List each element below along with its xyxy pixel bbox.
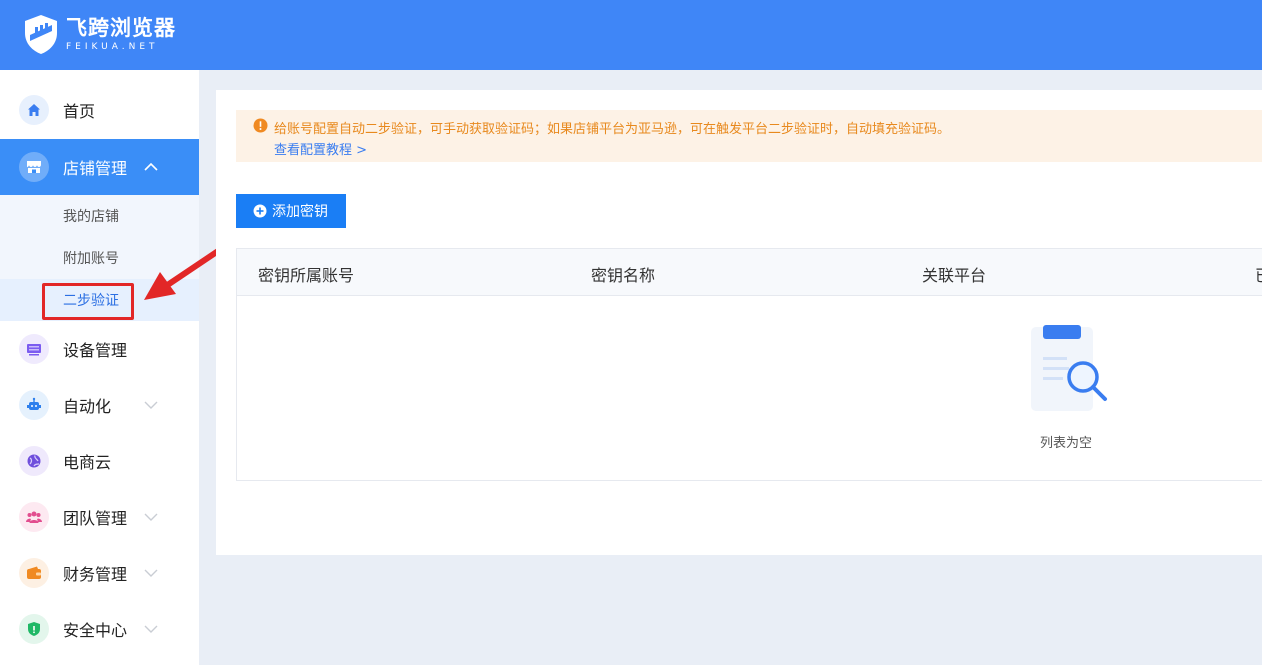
app-logo[interactable]: 飞跨浏览器 FEIKUA.NET (22, 13, 176, 55)
column-header: 已 (1255, 262, 1262, 286)
config-tutorial-link[interactable]: 查看配置教程 > (274, 139, 367, 158)
submenu-my-stores[interactable]: 我的店铺 (0, 195, 199, 237)
chevron-up-icon (144, 162, 158, 171)
logo-shield-icon (25, 15, 57, 54)
sidebar-item-label: 团队管理 (63, 509, 128, 528)
sidebar-item-label: 首页 (63, 102, 96, 121)
device-icon (19, 334, 49, 364)
sidebar-item-ecommerce-cloud[interactable]: 电商云 (0, 433, 199, 489)
home-icon (19, 95, 49, 125)
sidebar-item-label: 设备管理 (63, 341, 128, 360)
sidebar-item-label: 自动化 (63, 397, 112, 416)
wallet-icon (19, 558, 49, 588)
column-header: 密钥名称 (591, 266, 656, 285)
sidebar-item-label: 店铺管理 (63, 159, 128, 178)
sidebar-item-home[interactable]: 首页 (0, 82, 199, 138)
sidebar-item-store-management[interactable]: 店铺管理 (0, 139, 199, 195)
cloud-globe-icon (19, 446, 49, 476)
table-header: 密钥所属账号 密钥名称 关联平台 已 (237, 249, 1262, 296)
main-panel: 给账号配置自动二步验证，可手动获取验证码；如果店铺平台为亚马逊，可在触发平台二步… (216, 90, 1262, 555)
column-header: 关联平台 (922, 266, 987, 285)
column-header: 密钥所属账号 (258, 266, 355, 285)
add-key-button[interactable]: 添加密钥 (236, 194, 346, 228)
sidebar-item-device-management[interactable]: 设备管理 (0, 321, 199, 377)
store-icon (19, 152, 49, 182)
sidebar-item-finance-management[interactable]: 财务管理 (0, 545, 199, 601)
sidebar-item-team-management[interactable]: 团队管理 (0, 489, 199, 545)
sidebar: 首页 店铺管理 我的店铺 附加账号 二步验证 设备管理 自动化 电商云 团队管理… (0, 70, 199, 665)
warning-icon (253, 118, 268, 133)
sidebar-item-label: 财务管理 (63, 565, 128, 584)
robot-icon (19, 390, 49, 420)
chevron-down-icon (144, 401, 158, 409)
top-bar: 飞跨浏览器 FEIKUA.NET (0, 0, 1262, 70)
sidebar-item-label: 安全中心 (63, 621, 128, 640)
chevron-down-icon (144, 513, 158, 521)
app-title: 飞跨浏览器 (66, 15, 176, 40)
chevron-down-icon (144, 625, 158, 633)
empty-list-text: 列表为空 (1040, 436, 1093, 451)
shield-icon (19, 614, 49, 644)
empty-list-icon (1031, 325, 1107, 411)
team-icon (19, 502, 49, 532)
app-subtitle: FEIKUA.NET (66, 41, 159, 52)
annotation-highlight-box (42, 283, 134, 320)
add-key-label: 添加密钥 (272, 204, 328, 220)
plus-circle-icon (253, 204, 267, 218)
notice-text: 给账号配置自动二步验证，可手动获取验证码；如果店铺平台为亚马逊，可在触发平台二步… (274, 122, 951, 137)
sidebar-item-automation[interactable]: 自动化 (0, 377, 199, 433)
sidebar-item-label: 电商云 (63, 453, 112, 472)
chevron-down-icon (144, 569, 158, 577)
notice-banner: 给账号配置自动二步验证，可手动获取验证码；如果店铺平台为亚马逊，可在触发平台二步… (236, 110, 1262, 162)
keys-table: 密钥所属账号 密钥名称 关联平台 已 列表为空 (236, 248, 1262, 481)
sidebar-item-security-center[interactable]: 安全中心 (0, 601, 199, 657)
